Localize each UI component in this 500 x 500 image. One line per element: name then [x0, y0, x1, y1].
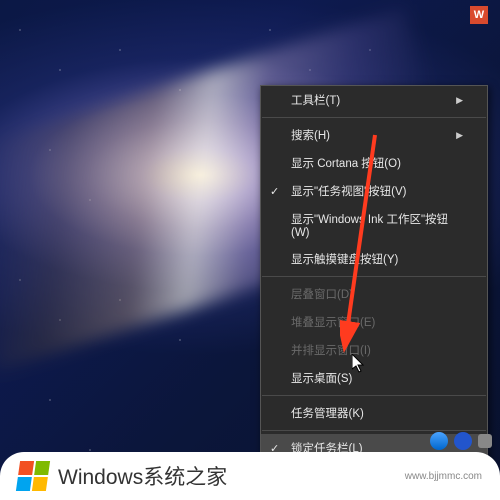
menu-separator	[262, 395, 486, 396]
menu-label: 显示"任务视图"按钮(V)	[291, 183, 407, 199]
menu-label: 堆叠显示窗口(E)	[291, 314, 375, 330]
watermark-site: 系统之家	[143, 466, 227, 489]
wps-tray-icon[interactable]: W	[470, 6, 488, 24]
menu-separator	[262, 430, 486, 431]
menu-side-windows: 并排显示窗口(I)	[261, 336, 487, 364]
menu-label: 显示 Cortana 按钮(O)	[291, 155, 401, 171]
chevron-right-icon: ▶	[456, 130, 463, 141]
menu-label: 并排显示窗口(I)	[291, 342, 371, 358]
tray-icon-label: W	[474, 9, 484, 21]
watermark-brand: Windows	[58, 466, 143, 489]
menu-stack-windows: 堆叠显示窗口(E)	[261, 308, 487, 336]
menu-search[interactable]: 搜索(H) ▶	[261, 121, 487, 149]
menu-label: 工具栏(T)	[291, 92, 340, 108]
menu-label: 层叠窗口(D)	[291, 286, 353, 302]
menu-separator	[262, 276, 486, 277]
check-icon: ✓	[270, 185, 279, 198]
tray-shield-icon[interactable]	[454, 432, 472, 450]
menu-label: 显示触摸键盘按钮(Y)	[291, 251, 398, 267]
menu-cascade-windows: 层叠窗口(D)	[261, 280, 487, 308]
menu-toolbar[interactable]: 工具栏(T) ▶	[261, 86, 487, 114]
menu-label: 显示"Windows Ink 工作区"按钮(W)	[291, 211, 463, 239]
menu-show-taskview[interactable]: ✓ 显示"任务视图"按钮(V)	[261, 177, 487, 205]
menu-task-manager[interactable]: 任务管理器(K)	[261, 399, 487, 427]
tray-volume-icon[interactable]	[478, 434, 492, 448]
watermark-url: www.bjjmmc.com	[405, 471, 482, 482]
tray-app-icon[interactable]	[430, 432, 448, 450]
watermark-banner: Windows系统之家 www.bjjmmc.com	[0, 452, 500, 500]
menu-label: 任务管理器(K)	[291, 405, 364, 421]
menu-show-touch-keyboard[interactable]: 显示触摸键盘按钮(Y)	[261, 245, 487, 273]
watermark-url-block: www.bjjmmc.com	[405, 471, 482, 482]
menu-show-ink[interactable]: 显示"Windows Ink 工作区"按钮(W)	[261, 205, 487, 245]
menu-label: 搜索(H)	[291, 127, 330, 143]
menu-show-cortana[interactable]: 显示 Cortana 按钮(O)	[261, 149, 487, 177]
menu-label: 显示桌面(S)	[291, 370, 352, 386]
system-tray	[430, 432, 492, 450]
menu-show-desktop[interactable]: 显示桌面(S)	[261, 364, 487, 392]
watermark-text: Windows系统之家	[58, 461, 227, 491]
menu-separator	[262, 117, 486, 118]
windows-logo-icon	[16, 461, 50, 491]
chevron-right-icon: ▶	[456, 95, 463, 106]
